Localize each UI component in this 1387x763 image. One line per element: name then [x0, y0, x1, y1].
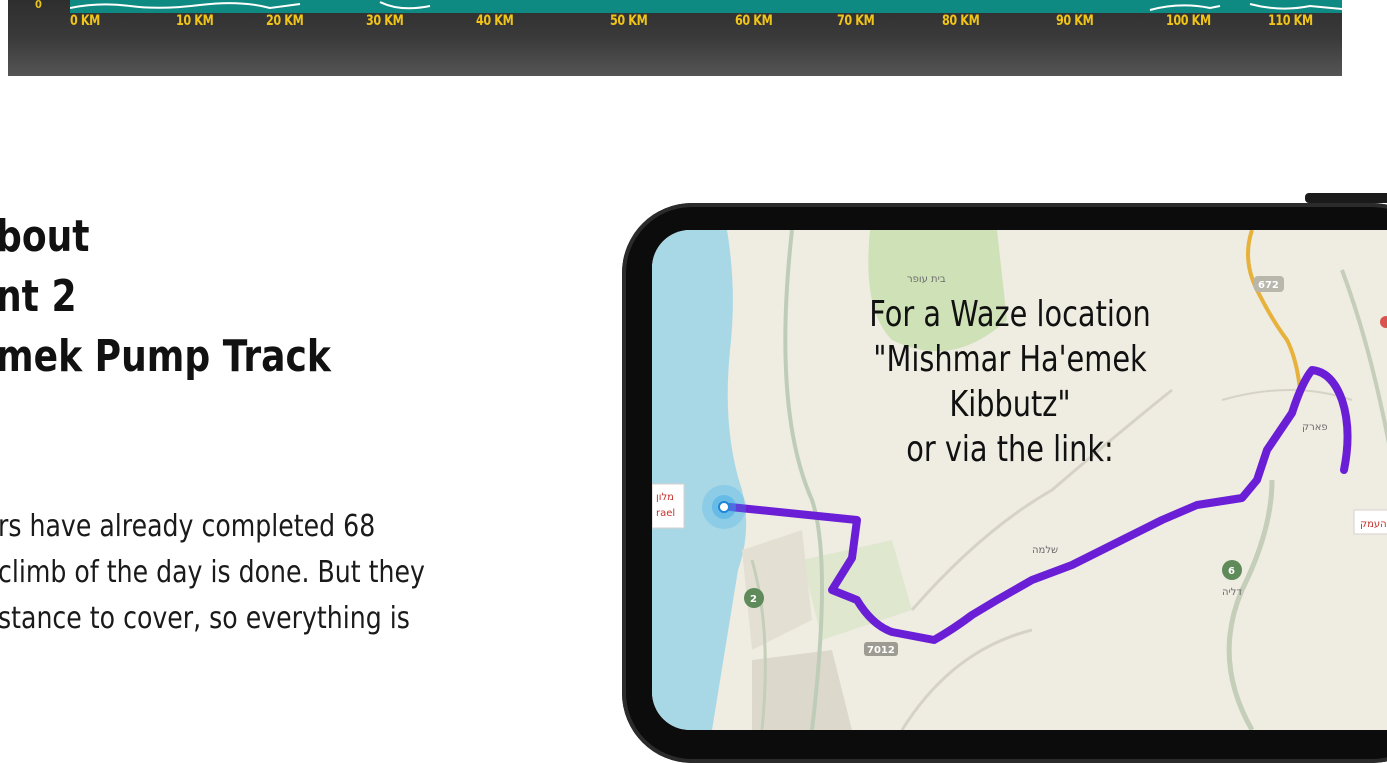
road-shield-7012-label: 7012 [867, 645, 895, 656]
km-label: 80 KM [942, 13, 980, 29]
hotel-label: מלון [656, 492, 674, 503]
elevation-profile-banner: 0 0 KM 10 KM 20 KM 30 KM 40 KM 50 KM 60 … [8, 0, 1342, 76]
km-label: 50 KM [610, 13, 648, 29]
green-area [802, 540, 912, 640]
dalia-label: דליה [1222, 587, 1242, 598]
map-pin-icon [1380, 316, 1387, 328]
road-672 [1246, 230, 1302, 391]
km-label: 40 KM [476, 13, 514, 29]
body-line: stance to cover, so everything is [0, 601, 410, 636]
section-heading: bout nt 2 mek Pump Track [0, 207, 331, 387]
km-label: 30 KM [366, 13, 404, 29]
km-label: 100 KM [1166, 13, 1211, 29]
section-body-text: rs have already completed 68 climb of th… [0, 504, 425, 642]
emek-label: העמק [1360, 519, 1387, 530]
km-label: 10 KM [176, 13, 214, 29]
waze-instructions: For a Waze location "Mishmar Ha'emek Kib… [810, 292, 1210, 472]
forest-label: בית עופר [907, 274, 946, 285]
km-label: 90 KM [1056, 13, 1094, 29]
overlay-line: For a Waze location [869, 294, 1151, 335]
road [900, 628, 1033, 730]
road-shield-672-label: 672 [1258, 280, 1279, 291]
body-line: rs have already completed 68 [0, 509, 376, 544]
heading-line: bout [0, 211, 90, 262]
elevation-profile-strip [70, 0, 1342, 13]
park-label: פארק [1302, 422, 1328, 433]
km-label: 0 KM [70, 13, 100, 29]
sea-area [652, 230, 747, 730]
overlay-line: Kibbutz" [949, 384, 1071, 425]
current-location-icon [718, 501, 730, 513]
elevation-zero-label: 0 [35, 0, 42, 11]
road-shield-6-label: 6 [1228, 566, 1235, 577]
overlay-line: "Mishmar Ha'emek [873, 339, 1147, 380]
heading-line: mek Pump Track [0, 331, 331, 382]
km-label: 110 KM [1268, 13, 1313, 29]
heading-line: nt 2 [0, 271, 77, 322]
phone-side-button [1305, 193, 1387, 203]
highway-6 [1226, 479, 1275, 730]
km-label: 20 KM [266, 13, 304, 29]
road-shield-2-label: 2 [750, 594, 757, 605]
overlay-line: or via the link: [906, 429, 1114, 470]
body-line: climb of the day is done. But they [0, 555, 425, 590]
shlomo-label: שלמה [1032, 545, 1058, 556]
hotel-label-2: rael [656, 508, 675, 519]
km-label: 70 KM [837, 13, 875, 29]
elevation-profile-graphic [70, 1, 1342, 11]
km-label: 60 KM [735, 13, 773, 29]
